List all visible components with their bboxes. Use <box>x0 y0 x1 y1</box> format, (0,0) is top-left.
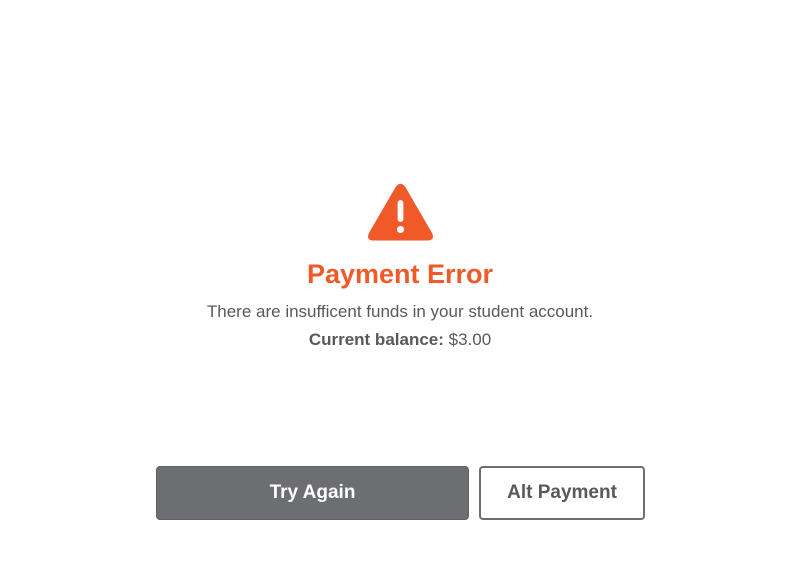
alt-payment-button[interactable]: Alt Payment <box>479 466 645 520</box>
balance-label: Current balance: <box>308 330 444 349</box>
current-balance: Current balance: $3.00 <box>0 329 800 351</box>
warning-triangle-icon <box>367 183 434 241</box>
balance-value: $3.00 <box>448 330 492 349</box>
payment-error-screen: Payment Error There are insufficent fund… <box>0 0 800 566</box>
error-title: Payment Error <box>306 259 494 289</box>
error-message: There are insufficent funds in your stud… <box>206 302 594 321</box>
try-again-button[interactable]: Try Again <box>156 466 469 520</box>
